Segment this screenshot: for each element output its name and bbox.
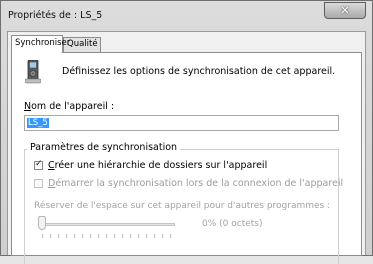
title-bar[interactable]: Propriétés de : LS_5 ✕ xyxy=(1,1,372,29)
sync-tab-panel: Définissez les options de synchronisatio… xyxy=(11,52,362,264)
close-icon: ✕ xyxy=(340,4,350,17)
tab-label: Qualité xyxy=(67,39,98,49)
create-folder-hierarchy-option[interactable]: Créer une hiérarchie de dossiers sur l'a… xyxy=(34,159,268,171)
start-sync-on-connect-checkbox[interactable] xyxy=(34,179,43,188)
slider-tick-marks xyxy=(42,234,178,238)
dialog-content: Synchroniser Qualité Définissez les opti… xyxy=(7,31,366,264)
close-button[interactable]: ✕ xyxy=(324,2,366,19)
option-label: Démarrer la synchronisation lors de la c… xyxy=(48,178,344,189)
create-folder-hierarchy-checkbox[interactable] xyxy=(34,159,43,170)
window-title: Propriétés de : LS_5 xyxy=(8,10,103,21)
reserve-space-slider-thumb[interactable] xyxy=(38,216,46,230)
properties-dialog: Propriétés de : LS_5 ✕ Synchroniser Qual… xyxy=(0,0,373,264)
header-description: Définissez les options de synchronisatio… xyxy=(62,66,336,77)
device-name-label: Nom de l'appareil : xyxy=(24,101,115,112)
tab-label: Synchroniser xyxy=(15,38,71,48)
tab-synchroniser[interactable]: Synchroniser xyxy=(11,35,70,53)
portable-media-player-icon xyxy=(25,60,41,84)
start-sync-on-connect-option[interactable]: Démarrer la synchronisation lors de la c… xyxy=(34,178,343,189)
group-title: Paramètres de synchronisation xyxy=(27,142,181,153)
reserve-space-label: Réserver de l'espace sur cet appareil po… xyxy=(34,201,331,211)
device-name-input[interactable]: LS_5 xyxy=(24,115,339,131)
reserve-space-value: 0% (0 octets) xyxy=(202,219,263,229)
device-name-value: LS_5 xyxy=(27,118,49,128)
reserve-space-slider-track[interactable] xyxy=(45,223,175,226)
option-label: Créer une hiérarchie de dossiers sur l'a… xyxy=(48,160,268,171)
